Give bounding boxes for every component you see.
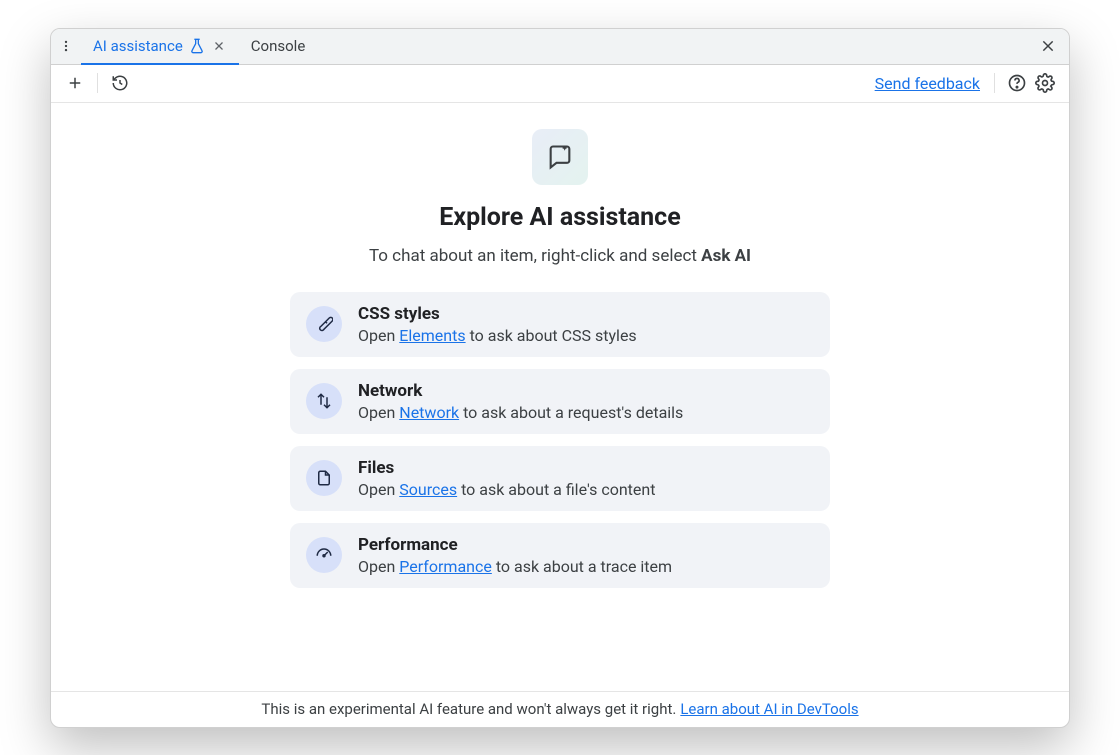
card-title: CSS styles [358,304,637,324]
gauge-icon [306,537,342,573]
content-area: Explore AI assistance To chat about an i… [51,103,1069,691]
close-panel-button[interactable] [1035,33,1061,59]
performance-link[interactable]: Performance [399,557,492,576]
send-feedback-link[interactable]: Send feedback [875,74,980,93]
card-description: Open Elements to ask about CSS styles [358,326,637,345]
cards-container: CSS styles Open Elements to ask about CS… [290,292,830,588]
page-subtitle: To chat about an item, right-click and s… [369,246,751,266]
card-description: Open Performance to ask about a trace it… [358,557,672,576]
history-button[interactable] [106,69,134,97]
network-link[interactable]: Network [399,403,459,422]
card-css-styles: CSS styles Open Elements to ask about CS… [290,292,830,357]
elements-link[interactable]: Elements [399,326,465,345]
footer-text: This is an experimental AI feature and w… [261,700,676,718]
card-files: Files Open Sources to ask about a file's… [290,446,830,511]
help-button[interactable] [1003,69,1031,97]
card-performance: Performance Open Performance to ask abou… [290,523,830,588]
card-description: Open Sources to ask about a file's conte… [358,480,655,499]
swap-icon [306,383,342,419]
card-title: Network [358,381,683,401]
card-description: Open Network to ask about a request's de… [358,403,683,422]
new-chat-button[interactable] [61,69,89,97]
file-icon [306,460,342,496]
separator [97,73,98,93]
tab-label: AI assistance [93,37,183,55]
card-title: Files [358,458,655,478]
settings-button[interactable] [1031,69,1059,97]
brush-icon [306,306,342,342]
page-title: Explore AI assistance [439,203,680,232]
flask-icon [189,38,205,54]
hero-icon [532,129,588,185]
tab-strip: AI assistance Console [51,29,1069,65]
card-title: Performance [358,535,672,555]
tab-console[interactable]: Console [239,28,318,64]
separator [994,73,995,93]
close-tab-icon[interactable] [211,38,227,54]
footer: This is an experimental AI feature and w… [51,691,1069,727]
toolbar: Send feedback [51,65,1069,103]
sources-link[interactable]: Sources [399,480,457,499]
tab-label: Console [251,37,306,55]
learn-more-link[interactable]: Learn about AI in DevTools [680,700,858,718]
card-network: Network Open Network to ask about a requ… [290,369,830,434]
tab-ai-assistance[interactable]: AI assistance [81,28,239,64]
more-options-button[interactable] [51,28,81,64]
devtools-panel: AI assistance Console Send feedback [50,28,1070,728]
